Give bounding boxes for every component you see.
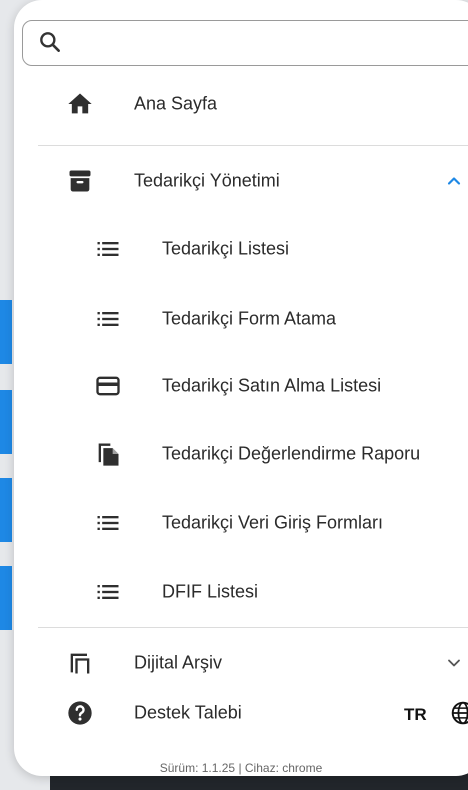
home-icon — [68, 93, 92, 114]
list-icon — [97, 242, 119, 256]
list-icon — [97, 312, 119, 326]
menu-divider — [38, 145, 468, 146]
submenu-item-label: Tedarikçi Veri Giriş Formları — [162, 512, 384, 533]
search-input[interactable] — [67, 27, 468, 61]
menu-item-support-request[interactable]: Destek Talebi — [14, 688, 468, 738]
submenu-item-supplier-data-entry-forms[interactable]: Tedarikçi Veri Giriş Formları — [14, 493, 468, 553]
menu-group-supplier-management[interactable]: Tedarikçi Yönetimi — [14, 151, 468, 211]
language-code[interactable]: TR — [404, 705, 427, 725]
background-blue-stripe — [0, 566, 12, 630]
file-copy-icon — [98, 443, 119, 466]
credit-card-icon — [96, 376, 120, 396]
library-icon — [70, 653, 90, 674]
menu-divider — [38, 627, 468, 628]
submenu-item-label: Tedarikçi Form Atama — [162, 308, 337, 329]
archive-icon — [69, 170, 91, 192]
background-blue-stripe — [0, 478, 12, 542]
list-icon — [97, 516, 119, 530]
list-icon — [97, 585, 119, 599]
submenu-item-supplier-list[interactable]: Tedarikçi Listesi — [14, 219, 468, 279]
background-blue-stripe — [0, 390, 12, 454]
submenu-item-label: Tedarikçi Değerlendirme Raporu — [162, 443, 421, 464]
menu-group-supplier-management-label: Tedarikçi Yönetimi — [134, 170, 280, 191]
submenu-item-dfif-list[interactable]: DFIF Listesi — [14, 562, 468, 622]
menu-item-home[interactable]: Ana Sayfa — [14, 74, 468, 134]
menu-item-support-request-label: Destek Talebi — [134, 702, 242, 723]
background-blue-stripe — [0, 300, 12, 364]
menu-group-digital-archive-label: Dijital Arşiv — [134, 652, 223, 673]
search-icon — [40, 32, 60, 52]
submenu-item-label: Tedarikçi Listesi — [162, 238, 290, 259]
submenu-item-label: DFIF Listesi — [162, 581, 259, 602]
submenu-item-label: Tedarikçi Satın Alma Listesi — [162, 375, 382, 396]
submenu-item-supplier-evaluation-report[interactable]: Tedarikçi Değerlendirme Raporu — [14, 424, 468, 484]
submenu-item-supplier-purchase-list[interactable]: Tedarikçi Satın Alma Listesi — [14, 356, 468, 416]
chevron-down-icon[interactable] — [444, 653, 464, 673]
help-circle-icon — [68, 701, 92, 725]
search-box[interactable] — [22, 20, 468, 66]
version-info: Sürüm: 1.1.25 | Cihaz: chrome — [159, 761, 323, 775]
menu-item-home-label: Ana Sayfa — [134, 93, 218, 114]
navigation-drawer: Ana Sayfa Tedarikçi Yönetimi Tedarikçi L… — [14, 0, 468, 776]
chevron-up-icon[interactable] — [444, 171, 464, 191]
menu-group-digital-archive[interactable]: Dijital Arşiv — [14, 634, 468, 692]
submenu-item-supplier-form-assignment[interactable]: Tedarikçi Form Atama — [14, 289, 468, 349]
globe-icon[interactable] — [450, 700, 468, 726]
